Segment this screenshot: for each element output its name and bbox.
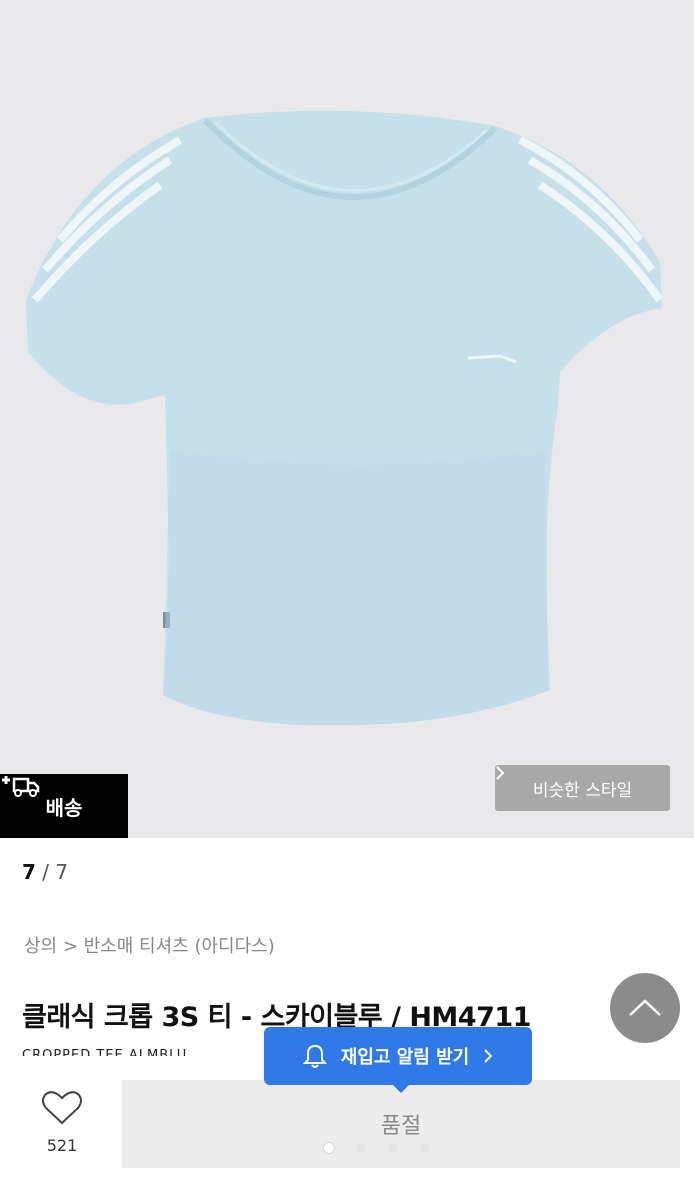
chevron-right-icon [496,766,505,780]
truck-icon [2,776,40,797]
pager-total: / 7 [42,860,69,884]
carousel-dot [324,1143,334,1153]
soldout-button[interactable]: 품절 [122,1080,680,1168]
chevron-up-icon [629,999,661,1016]
restock-label: 재입고 알림 받기 [340,1047,470,1068]
breadcrumb[interactable]: 상의 > 반소매 티셔츠 (아디다스) [24,932,275,958]
carousel-dot [356,1143,366,1153]
carousel-dot [388,1143,398,1153]
delivery-label: 배송 [45,795,83,820]
product-image-area[interactable]: 배송 비슷한 스타일 [0,0,694,838]
pager-current: 7 [22,860,36,884]
chevron-right-icon [484,1049,493,1063]
product-image [26,110,664,726]
soldout-label: 품절 [380,1114,422,1139]
restock-notify-button[interactable]: 재입고 알림 받기 [264,1027,532,1085]
like-count: 521 [46,1136,78,1155]
carousel-dots [324,1143,430,1153]
carousel-dot [420,1143,430,1153]
similar-style-label: 비슷한 스타일 [532,780,633,801]
tooltip-tail [392,1084,410,1093]
delivery-badge: 배송 [0,774,128,838]
similar-style-button[interactable]: 비슷한 스타일 [495,765,670,811]
like-button[interactable]: 521 [36,1090,88,1162]
product-subtitle: CROPPED TEE ALMBLU [22,1048,188,1056]
bell-icon [302,1044,327,1068]
image-pager: 7 / 7 [22,860,68,884]
heart-icon [42,1091,82,1125]
scroll-top-button[interactable] [610,973,680,1043]
